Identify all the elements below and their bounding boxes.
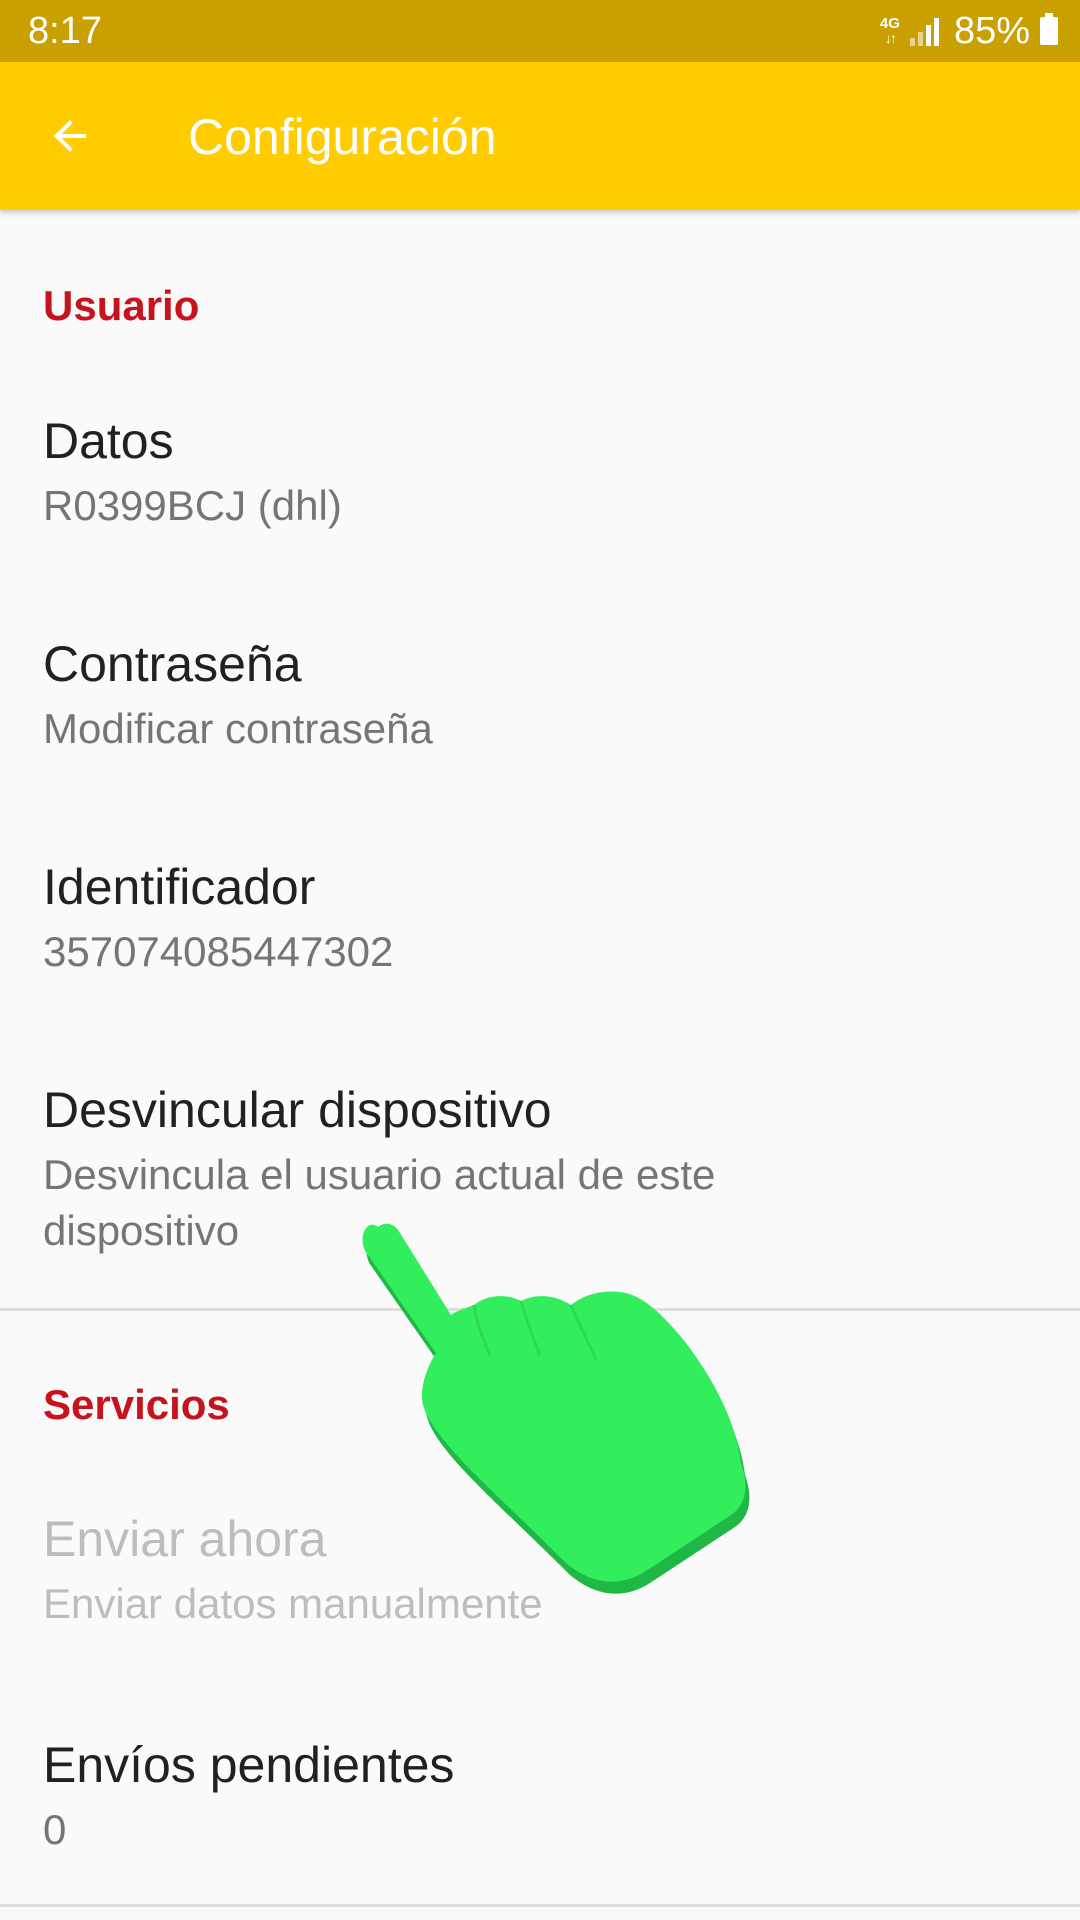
status-bar: 8:17 4G ↓↑ 85%	[0, 0, 1080, 62]
signal-strength-icon	[909, 16, 942, 46]
section-divider	[0, 1308, 1080, 1311]
pref-item-contrasena[interactable]: Contraseña Modificar contraseña	[0, 623, 1080, 803]
pref-item-identificador[interactable]: Identificador 357074085447302	[0, 846, 1080, 1026]
pref-item-desvincular-dispositivo[interactable]: Desvincular dispositivo Desvincula el us…	[0, 1069, 1080, 1299]
pref-title: Envíos pendientes	[43, 1737, 455, 1793]
page-title: Configuración	[188, 109, 497, 165]
settings-screen: 8:17 4G ↓↑ 85% Configuración Usuario Dat…	[0, 0, 1080, 1920]
section-header-servicios: Servicios	[43, 1381, 230, 1428]
status-icons: 4G ↓↑ 85%	[880, 10, 1058, 52]
bottom-divider	[0, 1904, 1080, 1907]
battery-percent: 85%	[953, 10, 1030, 52]
arrow-back-icon	[54, 120, 86, 152]
network-type-label: 4G	[879, 15, 900, 32]
pref-summary: R0399BCJ (dhl)	[43, 482, 342, 529]
pref-item-datos[interactable]: Datos R0399BCJ (dhl)	[0, 400, 1080, 580]
pref-summary: Enviar datos manualmente	[43, 1580, 543, 1627]
back-button[interactable]	[34, 100, 106, 172]
app-bar: Configuración	[0, 62, 1080, 210]
pref-summary: 0	[43, 1806, 67, 1853]
battery-icon	[1040, 13, 1058, 45]
pref-summary: 357074085447302	[43, 928, 394, 975]
pref-title: Datos	[43, 413, 174, 469]
pref-title: Desvincular dispositivo	[43, 1082, 552, 1138]
pref-item-enviar-ahora: Enviar ahora Enviar datos manualmente	[0, 1498, 1080, 1678]
data-arrows-icon: ↓↑	[884, 30, 897, 46]
status-time: 8:17	[28, 10, 102, 52]
pref-summary: Modificar contraseña	[43, 705, 433, 752]
pref-title: Identificador	[43, 859, 316, 915]
pref-title: Enviar ahora	[43, 1511, 327, 1567]
network-type-icon: 4G ↓↑	[880, 16, 900, 46]
pref-item-envios-pendientes[interactable]: Envíos pendientes 0	[0, 1724, 1080, 1904]
section-header-usuario: Usuario	[43, 282, 200, 329]
pref-title: Contraseña	[43, 636, 302, 692]
pref-summary: Desvincula el usuario actual de este dis…	[43, 1151, 716, 1254]
